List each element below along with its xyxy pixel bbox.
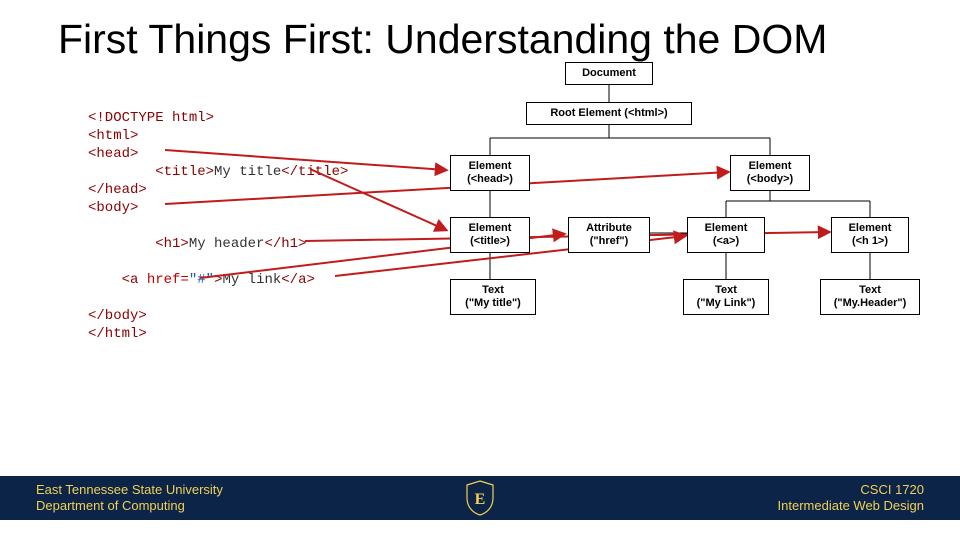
- dom-diagram: Document Root Element (<html>) Element(<…: [0, 0, 960, 540]
- node-text-header: Text("My.Header"): [820, 279, 920, 315]
- footer-left: East Tennessee State University Departme…: [36, 482, 223, 515]
- footer-department: Department of Computing: [36, 498, 223, 514]
- node-h1: Element(<h 1>): [831, 217, 909, 253]
- node-text-title: Text("My title"): [450, 279, 536, 315]
- footer-bar: East Tennessee State University Departme…: [0, 476, 960, 520]
- node-a: Element(<a>): [687, 217, 765, 253]
- footer-course-name: Intermediate Web Design: [778, 498, 924, 514]
- node-root: Root Element (<html>): [526, 102, 692, 125]
- node-body: Element(<body>): [730, 155, 810, 191]
- footer-course-code: CSCI 1720: [778, 482, 924, 498]
- node-title: Element(<title>): [450, 217, 530, 253]
- footer-university: East Tennessee State University: [36, 482, 223, 498]
- svg-text:E: E: [475, 491, 486, 508]
- footer-shield-icon: E: [465, 480, 495, 516]
- footer-right: CSCI 1720 Intermediate Web Design: [778, 482, 924, 515]
- node-document: Document: [565, 62, 653, 85]
- node-attribute: Attribute("href"): [568, 217, 650, 253]
- mapping-arrows: [0, 0, 960, 540]
- node-head: Element(<head>): [450, 155, 530, 191]
- node-text-link: Text("My Link"): [683, 279, 769, 315]
